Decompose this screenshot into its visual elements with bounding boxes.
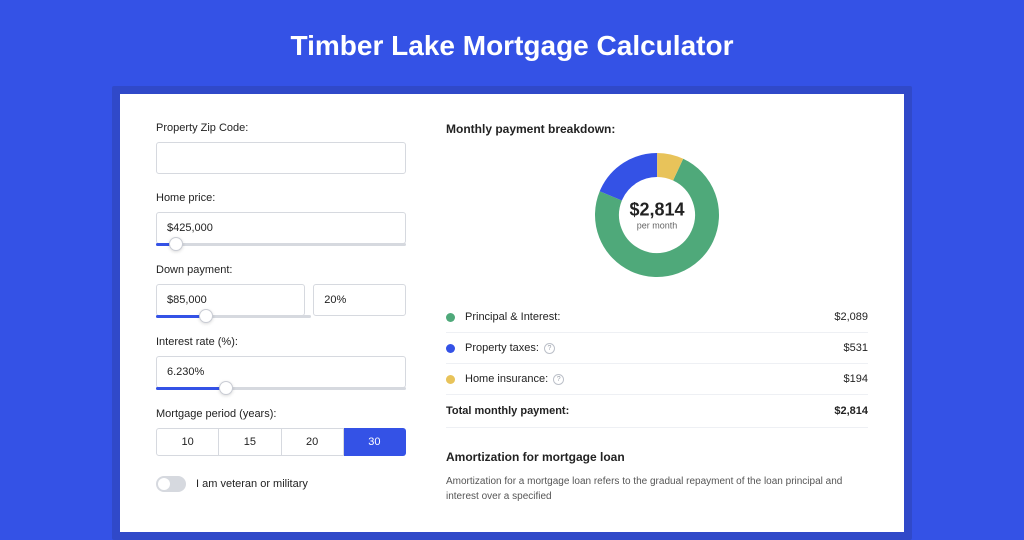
line-value: $194 <box>844 373 868 385</box>
legend-dot-green <box>446 313 455 322</box>
home-price-label: Home price: <box>156 192 406 204</box>
legend-dot-blue <box>446 344 455 353</box>
breakdown-panel: Monthly payment breakdown: $2,814 per mo… <box>446 122 868 504</box>
period-label: Mortgage period (years): <box>156 408 406 420</box>
line-label: Home insurance:? <box>465 373 844 385</box>
period-btn-30[interactable]: 30 <box>344 428 406 456</box>
field-period: Mortgage period (years): 10 15 20 30 <box>156 408 406 456</box>
slider-thumb[interactable] <box>219 381 233 395</box>
home-price-slider[interactable] <box>156 243 406 246</box>
home-price-input[interactable] <box>156 212 406 244</box>
line-value: $531 <box>844 342 868 354</box>
line-label: Property taxes:? <box>465 342 844 354</box>
line-label: Principal & Interest: <box>465 311 834 323</box>
veteran-toggle[interactable] <box>156 476 186 492</box>
field-interest: Interest rate (%): <box>156 336 406 390</box>
donut-chart: $2,814 per month <box>592 150 722 280</box>
field-zip: Property Zip Code: <box>156 122 406 174</box>
period-btn-20[interactable]: 20 <box>282 428 344 456</box>
down-payment-slider[interactable] <box>156 315 311 318</box>
slider-thumb[interactable] <box>199 309 213 323</box>
calculator-card: Property Zip Code: Home price: Down paym… <box>120 94 904 532</box>
info-icon[interactable]: ? <box>544 343 555 354</box>
zip-input[interactable] <box>156 142 406 174</box>
calculator-container: Property Zip Code: Home price: Down paym… <box>112 86 912 540</box>
amort-text: Amortization for a mortgage loan refers … <box>446 474 868 504</box>
interest-input[interactable] <box>156 356 406 388</box>
veteran-label: I am veteran or military <box>196 478 308 490</box>
interest-slider[interactable] <box>156 387 406 390</box>
donut-center: $2,814 per month <box>629 200 684 231</box>
donut-amount: $2,814 <box>629 200 684 221</box>
period-btn-15[interactable]: 15 <box>219 428 281 456</box>
donut-sub: per month <box>629 221 684 231</box>
field-down-payment: Down payment: <box>156 264 406 318</box>
line-property-taxes: Property taxes:? $531 <box>446 333 868 364</box>
total-value: $2,814 <box>834 405 868 417</box>
total-label: Total monthly payment: <box>446 405 834 417</box>
slider-thumb[interactable] <box>169 237 183 251</box>
toggle-knob <box>158 478 170 490</box>
legend-dot-yellow <box>446 375 455 384</box>
field-home-price: Home price: <box>156 192 406 246</box>
line-principal-interest: Principal & Interest: $2,089 <box>446 302 868 333</box>
info-icon[interactable]: ? <box>553 374 564 385</box>
period-button-group: 10 15 20 30 <box>156 428 406 456</box>
line-home-insurance: Home insurance:? $194 <box>446 364 868 395</box>
amortization-section: Amortization for mortgage loan Amortizat… <box>446 450 868 504</box>
interest-label: Interest rate (%): <box>156 336 406 348</box>
down-payment-pct-input[interactable] <box>313 284 406 316</box>
veteran-row: I am veteran or military <box>156 476 406 492</box>
breakdown-title: Monthly payment breakdown: <box>446 122 868 136</box>
donut-chart-wrap: $2,814 per month <box>446 150 868 280</box>
page-title: Timber Lake Mortgage Calculator <box>0 0 1024 86</box>
down-payment-label: Down payment: <box>156 264 406 276</box>
line-total: Total monthly payment: $2,814 <box>446 395 868 428</box>
zip-label: Property Zip Code: <box>156 122 406 134</box>
amort-title: Amortization for mortgage loan <box>446 450 868 464</box>
period-btn-10[interactable]: 10 <box>156 428 219 456</box>
input-panel: Property Zip Code: Home price: Down paym… <box>156 122 406 504</box>
down-payment-amount-input[interactable] <box>156 284 305 316</box>
line-value: $2,089 <box>834 311 868 323</box>
